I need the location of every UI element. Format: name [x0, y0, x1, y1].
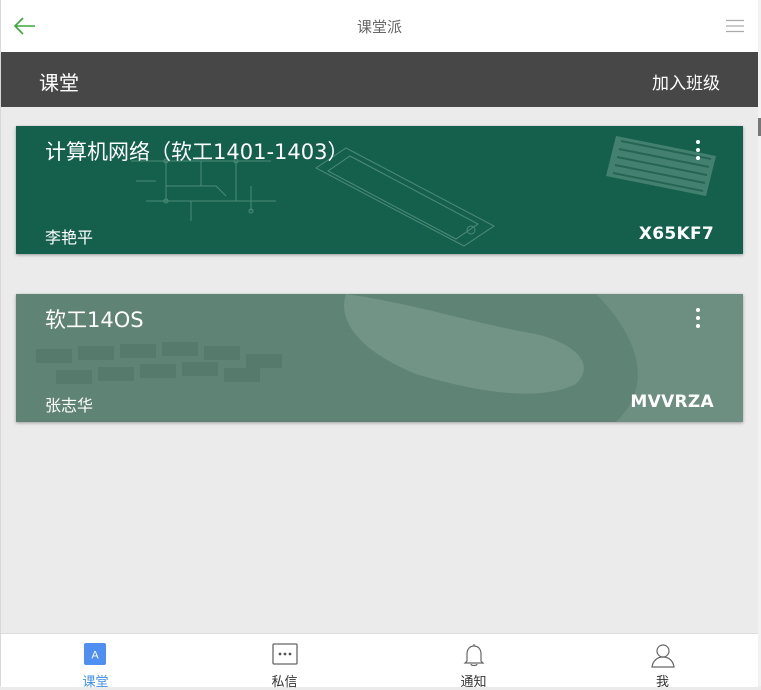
app-title: 课堂派 [356, 18, 402, 36]
tab-messages[interactable]: 私信 [190, 634, 379, 690]
menu-button[interactable] [726, 18, 744, 33]
tab-me[interactable]: 我 [568, 634, 757, 690]
class-code: MVVRZA [630, 392, 714, 412]
tab-label: 私信 [271, 675, 298, 690]
top-bar: 课堂派 [1, 0, 758, 52]
bottom-tab-bar: A 课堂 私信 通知 我 [1, 633, 758, 690]
message-icon [272, 643, 298, 665]
course-card[interactable]: 计算机网络（软工1401-1403） 李艳平 X65KF7 [16, 126, 743, 254]
hamburger-icon [726, 19, 744, 33]
tab-label: 课堂 [82, 675, 109, 690]
tab-classroom[interactable]: A 课堂 [1, 634, 190, 690]
classroom-icon-letter: A [91, 650, 99, 662]
course-name: 软工14OS [45, 308, 144, 332]
teacher-name: 张志华 [45, 396, 94, 415]
page-header: 课堂 加入班级 [1, 52, 758, 107]
bell-icon [463, 644, 485, 667]
class-code: X65KF7 [638, 224, 714, 244]
course-more-button[interactable] [693, 308, 703, 332]
course-name: 计算机网络（软工1401-1403） [45, 140, 349, 164]
course-card[interactable]: 软工14OS 张志华 MVVRZA [16, 294, 743, 422]
page-title: 课堂 [39, 71, 79, 95]
course-more-button[interactable] [693, 140, 703, 164]
classroom-icon: A [84, 643, 106, 665]
user-icon [651, 644, 675, 668]
join-class-button[interactable]: 加入班级 [652, 69, 720, 94]
tab-notifications[interactable]: 通知 [379, 634, 568, 690]
tab-label: 我 [655, 675, 669, 690]
teacher-name: 李艳平 [45, 228, 94, 247]
tab-label: 通知 [460, 675, 487, 690]
